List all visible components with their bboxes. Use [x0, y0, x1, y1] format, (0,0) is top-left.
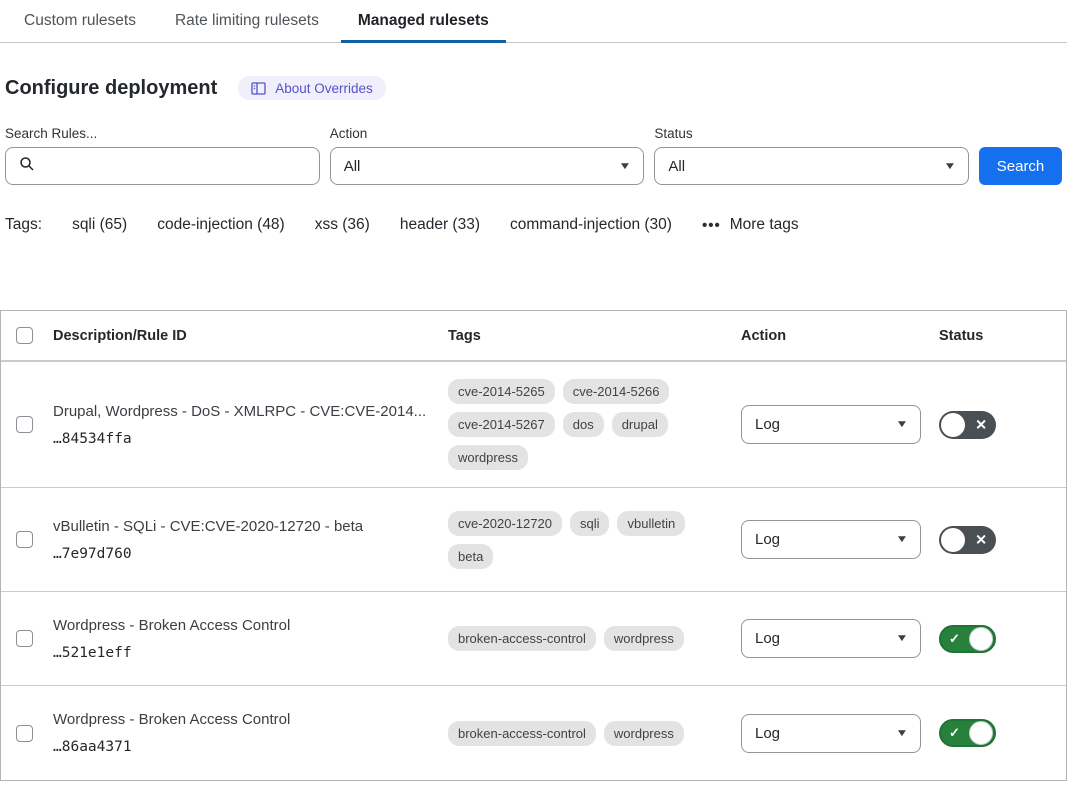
- tag-pill: broken-access-control: [448, 721, 596, 746]
- close-icon: ✕: [975, 531, 987, 548]
- tag-pill: wordpress: [604, 721, 684, 746]
- rule-action-select[interactable]: Log ▼: [741, 714, 921, 753]
- tag-link-code-injection[interactable]: code-injection (48): [157, 216, 285, 234]
- chevron-down-icon: ▼: [895, 728, 908, 739]
- rule-action-select[interactable]: Log ▼: [741, 405, 921, 444]
- rule-tags: cve-2014-5265 cve-2014-5266 cve-2014-526…: [448, 379, 741, 470]
- tag-pill: vbulletin: [617, 511, 685, 536]
- chevron-down-icon: ▼: [895, 419, 908, 430]
- tag-pill: broken-access-control: [448, 626, 596, 651]
- tag-pill: wordpress: [448, 445, 528, 470]
- row-checkbox[interactable]: [16, 725, 33, 742]
- rule-status-toggle[interactable]: ✕: [939, 411, 996, 439]
- toggle-knob: [969, 721, 993, 745]
- rule-status-toggle[interactable]: ✓: [939, 625, 996, 653]
- col-status: Status: [939, 328, 1066, 344]
- action-filter-select[interactable]: All ▼: [330, 147, 645, 185]
- action-filter-value: All: [344, 158, 361, 175]
- heading-row: Configure deployment About Overrides: [5, 76, 1062, 100]
- tag-link-header[interactable]: header (33): [400, 216, 480, 234]
- tag-pill: cve-2014-5267: [448, 412, 555, 437]
- search-rules-label: Search Rules...: [5, 126, 320, 141]
- chevron-down-icon: ▼: [895, 534, 908, 545]
- toggle-knob: [969, 627, 993, 651]
- status-filter-label: Status: [654, 126, 969, 141]
- table-header-row: Description/Rule ID Tags Action Status: [1, 311, 1066, 361]
- col-action: Action: [741, 328, 939, 344]
- chevron-down-icon: ▼: [619, 161, 632, 172]
- close-icon: ✕: [975, 416, 987, 433]
- tag-pill: wordpress: [604, 626, 684, 651]
- rule-id: …86aa4371: [53, 739, 428, 755]
- tag-pill: sqli: [570, 511, 610, 536]
- rule-description: Wordpress - Broken Access Control: [53, 617, 428, 634]
- rule-action-select[interactable]: Log ▼: [741, 520, 921, 559]
- col-tags: Tags: [448, 328, 741, 344]
- rule-tags: cve-2020-12720 sqli vbulletin beta: [448, 511, 741, 569]
- toggle-knob: [941, 413, 965, 437]
- ruleset-tabbar: Custom rulesets Rate limiting rulesets M…: [0, 0, 1067, 43]
- chevron-down-icon: ▼: [895, 633, 908, 644]
- select-all-checkbox[interactable]: [16, 327, 33, 344]
- tag-pill: drupal: [612, 412, 668, 437]
- tab-managed-rulesets[interactable]: Managed rulesets: [341, 0, 506, 42]
- rule-status-toggle[interactable]: ✕: [939, 526, 996, 554]
- tag-link-xss[interactable]: xss (36): [315, 216, 370, 234]
- search-icon: [19, 156, 35, 176]
- ellipsis-icon: •••: [702, 217, 721, 234]
- rule-action-value: Log: [755, 416, 780, 433]
- row-checkbox[interactable]: [16, 630, 33, 647]
- more-tags-label: More tags: [730, 216, 799, 234]
- rule-action-value: Log: [755, 630, 780, 647]
- page-title: Configure deployment: [5, 77, 217, 100]
- about-overrides-badge[interactable]: About Overrides: [238, 76, 386, 100]
- check-icon: ✓: [949, 725, 960, 741]
- tag-pill: cve-2020-12720: [448, 511, 562, 536]
- search-button[interactable]: Search: [979, 147, 1062, 185]
- col-description: Description/Rule ID: [53, 328, 448, 344]
- search-rules-box: [5, 147, 320, 185]
- rule-action-select[interactable]: Log ▼: [741, 619, 921, 658]
- rule-status-toggle[interactable]: ✓: [939, 719, 996, 747]
- rule-tags: broken-access-control wordpress: [448, 721, 741, 746]
- rule-action-value: Log: [755, 725, 780, 742]
- book-icon: [251, 82, 266, 95]
- toggle-knob: [941, 528, 965, 552]
- rule-description: Drupal, Wordpress - DoS - XMLRPC - CVE:C…: [53, 403, 428, 420]
- check-icon: ✓: [949, 631, 960, 647]
- chevron-down-icon: ▼: [943, 161, 956, 172]
- filters-row: Search Rules... Action All ▼ Status: [5, 126, 1062, 185]
- rule-description: Wordpress - Broken Access Control: [53, 711, 428, 728]
- rule-id: …84534ffa: [53, 431, 428, 447]
- action-filter-label: Action: [330, 126, 645, 141]
- tag-link-command-injection[interactable]: command-injection (30): [510, 216, 672, 234]
- status-filter-select[interactable]: All ▼: [654, 147, 969, 185]
- rule-action-value: Log: [755, 531, 780, 548]
- managed-rules-table: Description/Rule ID Tags Action Status D…: [0, 310, 1067, 781]
- row-checkbox[interactable]: [16, 416, 33, 433]
- tab-custom-rulesets[interactable]: Custom rulesets: [7, 0, 153, 42]
- table-row: Wordpress - Broken Access Control …86aa4…: [1, 685, 1066, 780]
- table-row: Wordpress - Broken Access Control …521e1…: [1, 591, 1066, 685]
- about-overrides-label: About Overrides: [275, 81, 373, 96]
- rule-id: …521e1eff: [53, 645, 428, 661]
- table-row: vBulletin - SQLi - CVE:CVE-2020-12720 - …: [1, 487, 1066, 591]
- tags-bar-label: Tags:: [5, 216, 42, 234]
- tag-link-sqli[interactable]: sqli (65): [72, 216, 127, 234]
- tag-pill: cve-2014-5266: [563, 379, 670, 404]
- status-filter-value: All: [668, 158, 685, 175]
- rule-tags: broken-access-control wordpress: [448, 626, 741, 651]
- more-tags-button[interactable]: ••• More tags: [702, 216, 799, 234]
- row-checkbox[interactable]: [16, 531, 33, 548]
- rule-description: vBulletin - SQLi - CVE:CVE-2020-12720 - …: [53, 518, 428, 535]
- table-row: Drupal, Wordpress - DoS - XMLRPC - CVE:C…: [1, 361, 1066, 487]
- tab-rate-limiting-rulesets[interactable]: Rate limiting rulesets: [158, 0, 336, 42]
- tag-pill: dos: [563, 412, 604, 437]
- search-rules-input[interactable]: [44, 148, 306, 184]
- tags-bar: Tags: sqli (65) code-injection (48) xss …: [5, 216, 1062, 234]
- rule-id: …7e97d760: [53, 546, 428, 562]
- tag-pill: beta: [448, 544, 493, 569]
- tag-pill: cve-2014-5265: [448, 379, 555, 404]
